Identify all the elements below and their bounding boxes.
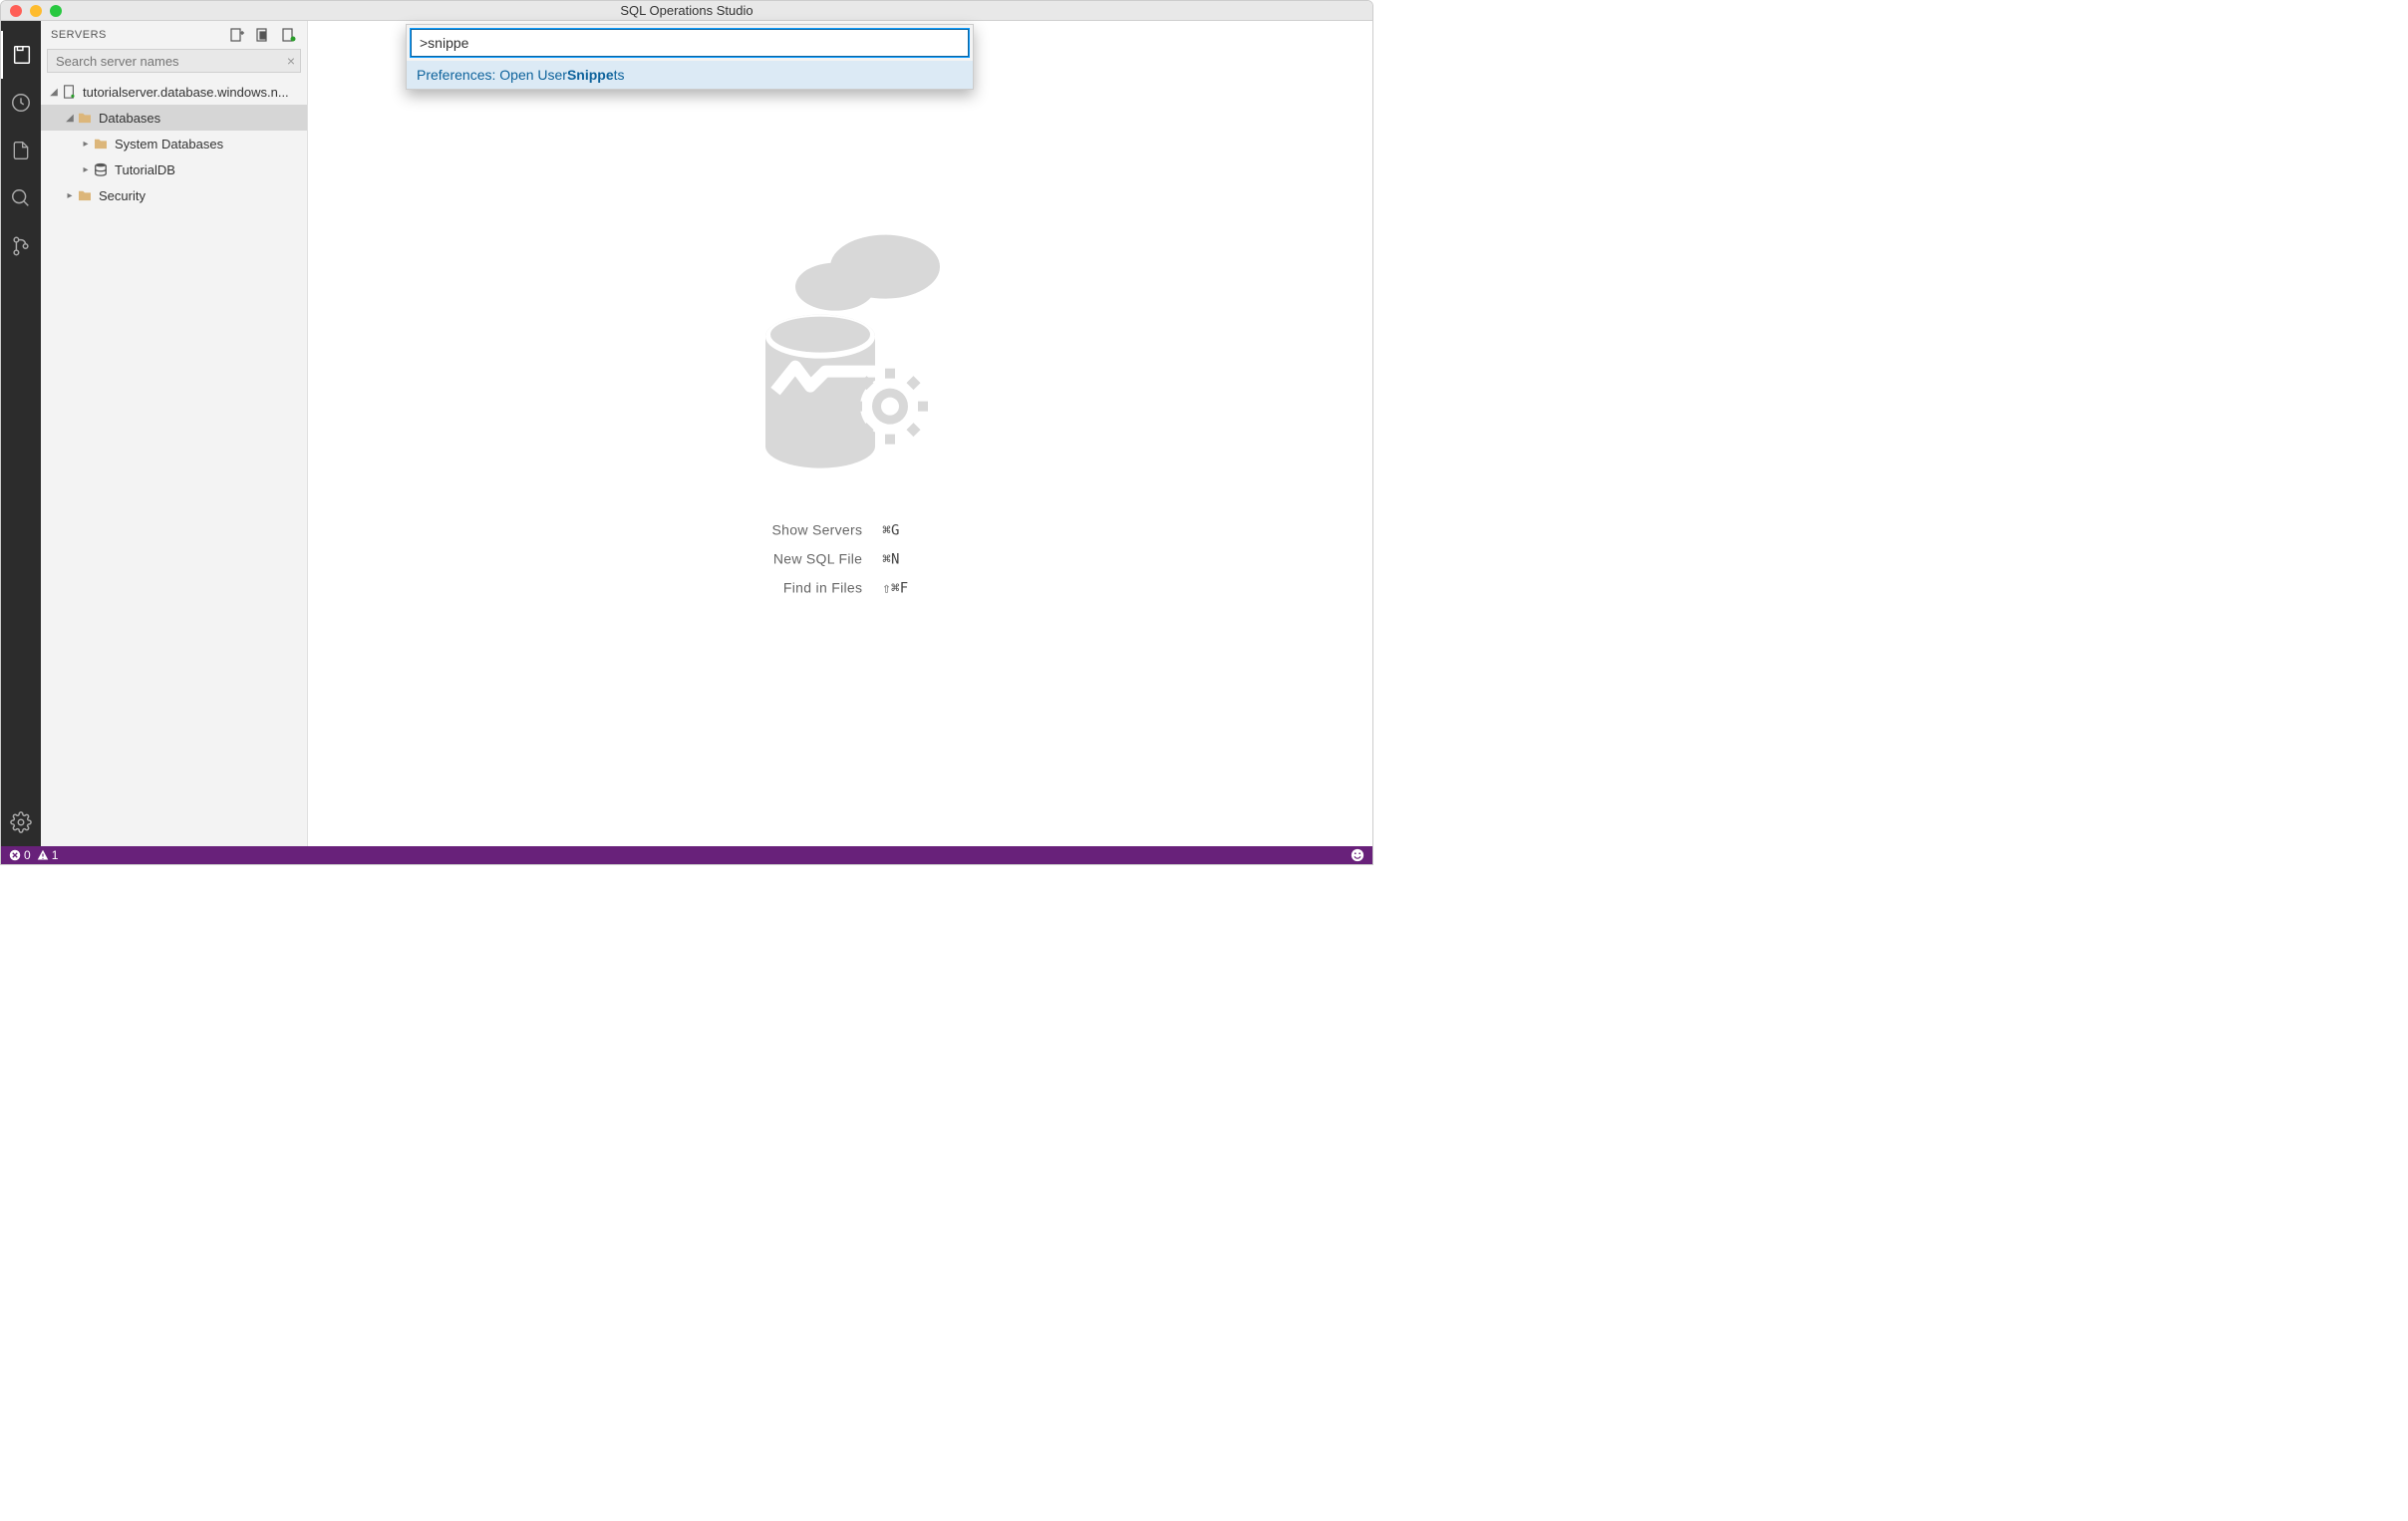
status-errors[interactable]: 0 bbox=[9, 848, 31, 862]
folder-icon bbox=[93, 136, 109, 152]
chevron-right-icon[interactable]: ▸ bbox=[79, 164, 93, 175]
tree-node-label: TutorialDB bbox=[115, 162, 175, 177]
status-errors-count: 0 bbox=[24, 848, 31, 862]
hint-label: Find in Files bbox=[762, 574, 873, 603]
command-palette-item[interactable]: Preferences: Open User Snippets bbox=[407, 61, 973, 89]
tree-node-label: Security bbox=[99, 188, 146, 203]
command-palette-input[interactable] bbox=[411, 29, 969, 57]
new-connection-icon[interactable] bbox=[229, 27, 245, 43]
cp-item-match: Snippe bbox=[567, 67, 614, 83]
status-warnings[interactable]: 1 bbox=[37, 848, 59, 862]
cp-item-suffix: ts bbox=[614, 67, 625, 83]
new-server-group-icon[interactable] bbox=[255, 27, 271, 43]
hint-row: New SQL File ⌘N bbox=[762, 545, 919, 574]
activity-search-icon[interactable] bbox=[1, 174, 41, 222]
folder-icon bbox=[77, 110, 93, 126]
activity-servers-icon[interactable] bbox=[1, 31, 41, 79]
server-tree: ◢ tutorialserver.database.windows.n... ◢… bbox=[41, 79, 307, 846]
tree-security-node[interactable]: ▸ Security bbox=[41, 182, 307, 208]
folder-icon bbox=[77, 187, 93, 203]
tree-node-label: System Databases bbox=[115, 137, 223, 152]
chevron-down-icon[interactable]: ◢ bbox=[47, 87, 61, 98]
activity-explorer-icon[interactable] bbox=[1, 127, 41, 174]
sidebar-title: SERVERS bbox=[51, 29, 107, 41]
window-maximize-button[interactable] bbox=[50, 5, 62, 17]
hint-keybinding: ⌘N bbox=[872, 545, 918, 574]
status-feedback-icon[interactable] bbox=[1351, 848, 1364, 862]
show-active-connections-icon[interactable] bbox=[281, 27, 297, 43]
tree-node-label: tutorialserver.database.windows.n... bbox=[83, 85, 289, 100]
hint-row: Show Servers ⌘G bbox=[762, 516, 919, 545]
chevron-right-icon[interactable]: ▸ bbox=[79, 139, 93, 150]
tree-server-node[interactable]: ◢ tutorialserver.database.windows.n... bbox=[41, 79, 307, 105]
window-minimize-button[interactable] bbox=[30, 5, 42, 17]
error-icon bbox=[9, 849, 21, 861]
activity-bar bbox=[1, 21, 41, 846]
chevron-down-icon[interactable]: ◢ bbox=[63, 113, 77, 124]
server-icon bbox=[61, 84, 77, 100]
activity-tasks-icon[interactable] bbox=[1, 79, 41, 127]
hint-keybinding: ⌘G bbox=[872, 516, 918, 545]
activity-source-control-icon[interactable] bbox=[1, 222, 41, 270]
search-servers-input[interactable] bbox=[47, 49, 301, 73]
clear-search-icon[interactable]: × bbox=[287, 53, 295, 69]
editor-area: Preferences: Open User Snippets bbox=[308, 21, 1372, 846]
warning-icon bbox=[37, 849, 49, 861]
title-bar: SQL Operations Studio bbox=[1, 1, 1372, 21]
hint-label: New SQL File bbox=[762, 545, 873, 574]
tree-databases-node[interactable]: ◢ Databases bbox=[41, 105, 307, 131]
hint-keybinding: ⇧⌘F bbox=[872, 574, 918, 603]
tree-node-label: Databases bbox=[99, 111, 160, 126]
status-warnings-count: 1 bbox=[52, 848, 59, 862]
command-palette: Preferences: Open User Snippets bbox=[406, 24, 974, 90]
window-title: SQL Operations Studio bbox=[620, 3, 752, 18]
app-logo-icon bbox=[726, 227, 955, 486]
chevron-right-icon[interactable]: ▸ bbox=[63, 190, 77, 201]
tree-tutorialdb-node[interactable]: ▸ TutorialDB bbox=[41, 156, 307, 182]
cp-item-prefix: Preferences: Open User bbox=[417, 67, 567, 83]
welcome-view: Show Servers ⌘G New SQL File ⌘N Find in … bbox=[591, 227, 1089, 603]
hint-row: Find in Files ⇧⌘F bbox=[762, 574, 919, 603]
hint-label: Show Servers bbox=[762, 516, 873, 545]
window-close-button[interactable] bbox=[10, 5, 22, 17]
activity-settings-icon[interactable] bbox=[1, 798, 41, 846]
database-icon bbox=[93, 161, 109, 177]
sidebar: SERVERS × ◢ bbox=[41, 21, 308, 846]
status-bar: 0 1 bbox=[1, 846, 1372, 864]
tree-system-databases-node[interactable]: ▸ System Databases bbox=[41, 131, 307, 156]
